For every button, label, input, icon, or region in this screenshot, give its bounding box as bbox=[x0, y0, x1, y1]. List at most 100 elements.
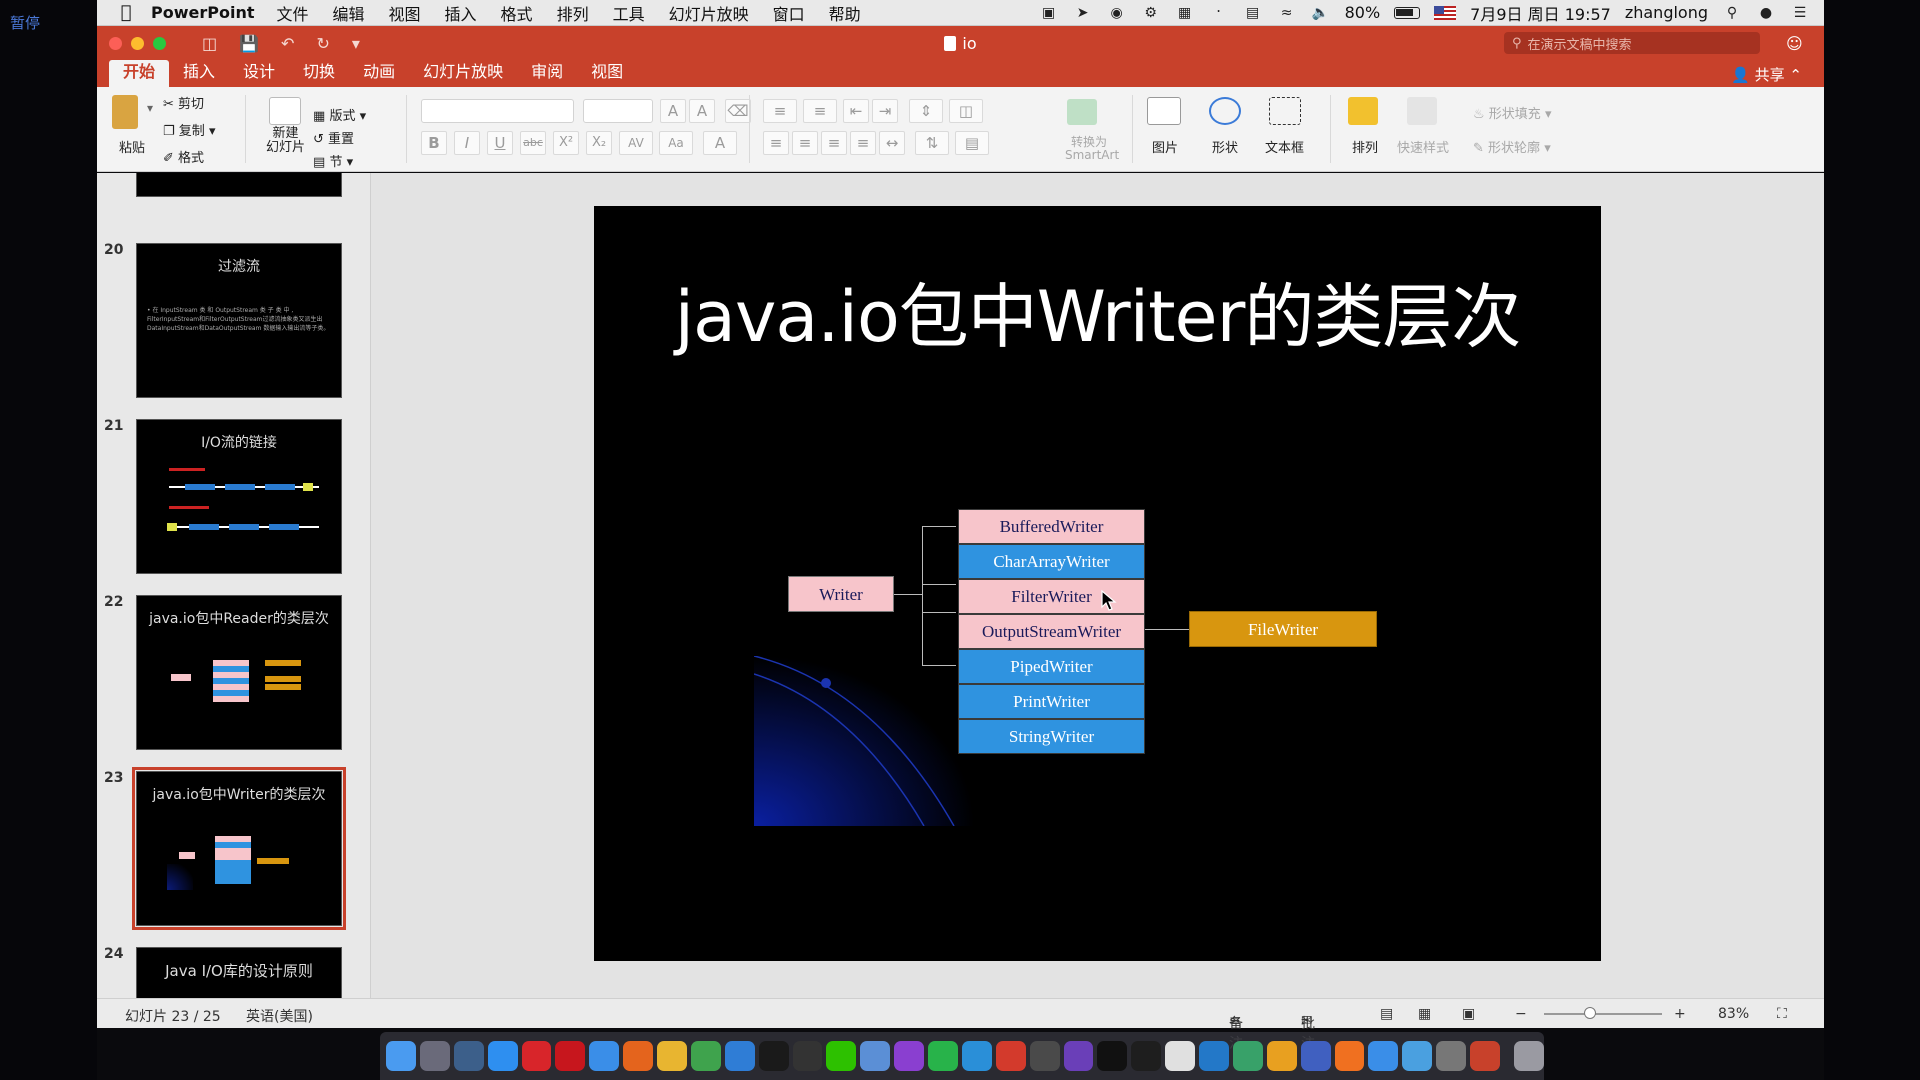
app-store-icon[interactable] bbox=[487, 1041, 518, 1071]
new-slide-icon[interactable] bbox=[269, 97, 301, 125]
reading-view-icon[interactable]: ▣ bbox=[1462, 1006, 1475, 1022]
apple-icon[interactable]:  bbox=[115, 2, 137, 24]
intellij-icon[interactable] bbox=[894, 1041, 924, 1071]
finder-icon[interactable] bbox=[386, 1041, 416, 1071]
align-center-icon[interactable]: ≡ bbox=[792, 131, 818, 155]
reset-button[interactable]: ↺ 重置 bbox=[313, 128, 354, 147]
picture-button[interactable]: 图片 bbox=[1152, 137, 1178, 156]
thumbnail-19[interactable] bbox=[136, 173, 342, 197]
tab-transitions[interactable]: 切换 bbox=[289, 60, 349, 87]
share-button[interactable]: 👤 共享 ⌃ bbox=[1731, 64, 1802, 87]
align-left-icon[interactable]: ≡ bbox=[763, 131, 789, 155]
app-icon[interactable] bbox=[1334, 1041, 1365, 1071]
menu-edit[interactable]: 编辑 bbox=[333, 1, 365, 25]
input-source-flag-icon[interactable] bbox=[1434, 5, 1457, 20]
clear-format-icon[interactable]: ⌫ bbox=[725, 99, 751, 123]
language-indicator[interactable]: 英语(美国) bbox=[246, 1006, 313, 1026]
format-painter-button[interactable]: ✐ 格式 bbox=[163, 147, 204, 166]
cut-button[interactable]: ✂ 剪切 bbox=[163, 93, 204, 112]
app-icon[interactable] bbox=[1402, 1041, 1433, 1071]
app-icon[interactable] bbox=[1300, 1041, 1331, 1071]
superscript-icon[interactable]: X² bbox=[553, 131, 579, 155]
stringwriter-box[interactable]: StringWriter bbox=[958, 719, 1145, 754]
battery-icon[interactable] bbox=[1394, 6, 1421, 19]
rubymine-icon[interactable] bbox=[995, 1041, 1026, 1071]
tab-slideshow[interactable]: 幻灯片放映 bbox=[409, 60, 517, 87]
shape-outline-button[interactable]: ✎ 形状轮廓 ▾ bbox=[1473, 137, 1551, 156]
thumbnail-24[interactable]: Java I/O库的设计原则 bbox=[136, 947, 342, 998]
layout-button[interactable]: ▦ 版式 ▾ bbox=[313, 105, 366, 124]
convert-smartart-label-2[interactable]: SmartArt bbox=[1065, 148, 1119, 162]
tab-view[interactable]: 视图 bbox=[577, 60, 637, 87]
outputstreamwriter-box[interactable]: OutputStreamWriter bbox=[958, 614, 1145, 649]
chrome-icon[interactable] bbox=[657, 1041, 687, 1071]
menu-slideshow[interactable]: 幻灯片放映 bbox=[669, 1, 749, 25]
datagrip-icon[interactable] bbox=[1063, 1041, 1094, 1071]
notification-center-icon[interactable]: ☰ bbox=[1790, 4, 1810, 22]
menu-window[interactable]: 窗口 bbox=[773, 1, 805, 25]
tab-animations[interactable]: 动画 bbox=[349, 60, 409, 87]
numbering-icon[interactable]: ≡ bbox=[803, 99, 837, 123]
normal-view-icon[interactable]: ▤ bbox=[1380, 1006, 1393, 1022]
shape-icon[interactable] bbox=[1209, 97, 1241, 125]
bullets-icon[interactable]: ≡ bbox=[763, 99, 797, 123]
github-icon[interactable] bbox=[792, 1041, 823, 1071]
wifi-icon[interactable]: ≈ bbox=[1277, 4, 1297, 22]
zoom-level[interactable]: 83% bbox=[1718, 1006, 1749, 1022]
volume-icon[interactable]: 🔈 bbox=[1311, 4, 1331, 22]
qq-icon[interactable] bbox=[758, 1041, 789, 1071]
appcode-icon[interactable] bbox=[1029, 1041, 1060, 1071]
new-slide-button[interactable]: 新建 幻灯片 bbox=[266, 127, 305, 155]
firefox-icon[interactable] bbox=[623, 1041, 653, 1071]
app-icon[interactable] bbox=[860, 1041, 891, 1071]
sublime-icon[interactable] bbox=[1266, 1041, 1297, 1071]
section-button[interactable]: ▤ 节 ▾ bbox=[313, 151, 353, 170]
iterm-icon[interactable] bbox=[1131, 1041, 1162, 1071]
spotlight-search-icon[interactable]: ⚲ bbox=[1722, 4, 1742, 22]
chararraywriter-box[interactable]: CharArrayWriter bbox=[958, 544, 1145, 579]
user-name[interactable]: zhanglong bbox=[1625, 3, 1708, 22]
text-direction-icon[interactable]: ⇅ bbox=[915, 131, 949, 155]
text-editor-icon[interactable] bbox=[1165, 1041, 1195, 1071]
writer-class-box[interactable]: Writer bbox=[788, 576, 894, 612]
customize-toolbar-icon[interactable]: ▾ bbox=[352, 34, 360, 53]
tab-insert[interactable]: 插入 bbox=[169, 60, 229, 87]
slide-thumbnails-pane[interactable]: 20 过滤流 • 在 InputStream 类 和 OutputStream … bbox=[97, 173, 371, 998]
app-icon[interactable] bbox=[724, 1041, 755, 1071]
pipedwriter-box[interactable]: PipedWriter bbox=[958, 649, 1145, 684]
menu-view[interactable]: 视图 bbox=[389, 1, 421, 25]
zoom-in-icon[interactable]: + bbox=[1674, 1006, 1686, 1022]
align-text-icon[interactable]: ▤ bbox=[955, 131, 989, 155]
trash-icon[interactable] bbox=[1513, 1041, 1544, 1071]
thumbnail-23[interactable]: java.io包中Writer的类层次 bbox=[132, 767, 346, 930]
evernote-icon[interactable] bbox=[690, 1041, 721, 1071]
siri-icon[interactable]: ● bbox=[1756, 4, 1776, 22]
font-color-icon[interactable]: A bbox=[703, 131, 737, 155]
redo-icon[interactable]: ↻ bbox=[316, 34, 329, 53]
current-slide[interactable]: java.io包中Writer的类层次 Writer BufferedWrite… bbox=[594, 206, 1601, 961]
thumbnail-21[interactable]: I/O流的链接 bbox=[136, 419, 342, 574]
system-app-icon[interactable] bbox=[453, 1041, 484, 1071]
camera-icon[interactable]: ▣ bbox=[1039, 4, 1059, 22]
keynote-icon[interactable] bbox=[1368, 1041, 1399, 1071]
save-icon[interactable]: 💾 bbox=[239, 34, 259, 53]
slide-title[interactable]: java.io包中Writer的类层次 bbox=[594, 261, 1601, 362]
menu-extra-icon[interactable]: ▤ bbox=[1243, 4, 1263, 22]
menu-tools[interactable]: 工具 bbox=[613, 1, 645, 25]
menu-arrange[interactable]: 排列 bbox=[557, 1, 589, 25]
menu-help[interactable]: 帮助 bbox=[829, 1, 861, 25]
terminal-icon[interactable] bbox=[1097, 1041, 1128, 1071]
powerpoint-icon[interactable] bbox=[1470, 1041, 1500, 1071]
sync-icon[interactable]: ◉ bbox=[1107, 4, 1127, 22]
fit-to-window-icon[interactable]: ⛶ bbox=[1777, 1006, 1787, 1022]
columns-icon[interactable]: ◫ bbox=[949, 99, 983, 123]
menu-insert[interactable]: 插入 bbox=[445, 1, 477, 25]
slide-sorter-icon[interactable]: ▦ bbox=[1418, 1006, 1431, 1022]
justify-icon[interactable]: ≡ bbox=[850, 131, 876, 155]
slide-editor[interactable]: java.io包中Writer的类层次 Writer BufferedWrite… bbox=[371, 173, 1824, 998]
shape-fill-button[interactable]: ♨ 形状填充 ▾ bbox=[1473, 103, 1551, 122]
zoom-slider[interactable] bbox=[1544, 1013, 1662, 1015]
decrease-font-icon[interactable]: A bbox=[689, 99, 715, 123]
location-arrow-icon[interactable]: ➤ bbox=[1073, 4, 1093, 22]
gear-icon[interactable]: ⚙ bbox=[1141, 4, 1161, 22]
